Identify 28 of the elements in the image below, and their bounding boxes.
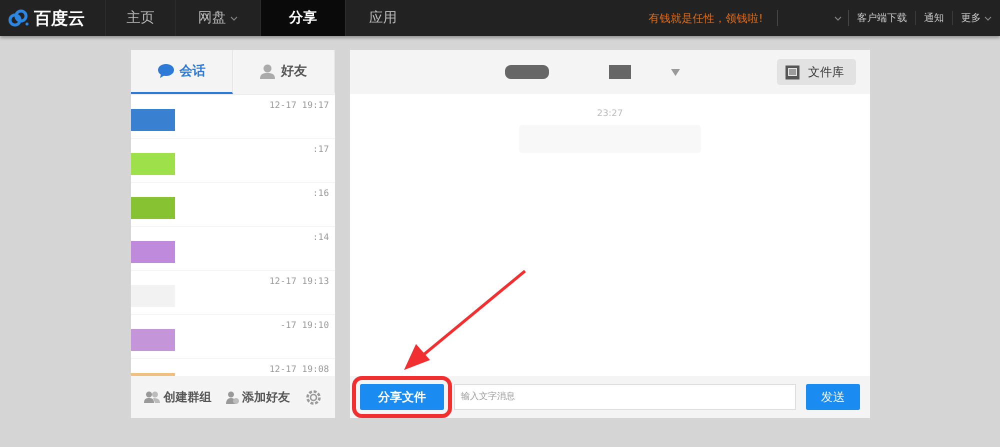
person-icon [260,64,275,78]
nav-link[interactable]: 更多 [953,11,1000,25]
nav-tab[interactable]: 应用 [345,0,420,36]
person-add-icon [226,390,239,404]
people-icon [144,391,160,403]
create-group-button[interactable]: 创建群组 [144,388,212,406]
nav-link[interactable]: 通知 [916,11,953,25]
send-button[interactable]: 发送 [806,384,860,410]
caret-icon [834,16,842,20]
cloud-logo-icon [8,9,30,27]
nav-tab[interactable]: 主页 [105,0,175,36]
file-library-button[interactable]: 文件库 [777,59,856,85]
settings-icon[interactable] [304,388,322,406]
dropdown-triangle-icon[interactable] [671,68,680,76]
message-time: 23:27 [597,109,623,119]
nav-tab[interactable]: 分享 [260,0,345,36]
promo-link[interactable]: 有钱就是任性，领钱啦! [648,10,763,26]
redacted-name [609,65,631,79]
share-file-button[interactable]: 分享文件 [360,384,444,410]
message-input[interactable]: 输入文字消息 [454,384,796,410]
document-icon [785,64,800,80]
speech-bubble-icon [158,64,174,78]
nav-link[interactable]: 客户端下载 [849,11,916,25]
redacted-name [505,65,549,79]
add-friend-button[interactable]: 添加好友 [226,388,290,406]
brand-name[interactable]: 百度云 [34,6,85,30]
user-menu[interactable] [777,10,849,26]
sidebar-tab[interactable]: 会话 [131,50,233,94]
